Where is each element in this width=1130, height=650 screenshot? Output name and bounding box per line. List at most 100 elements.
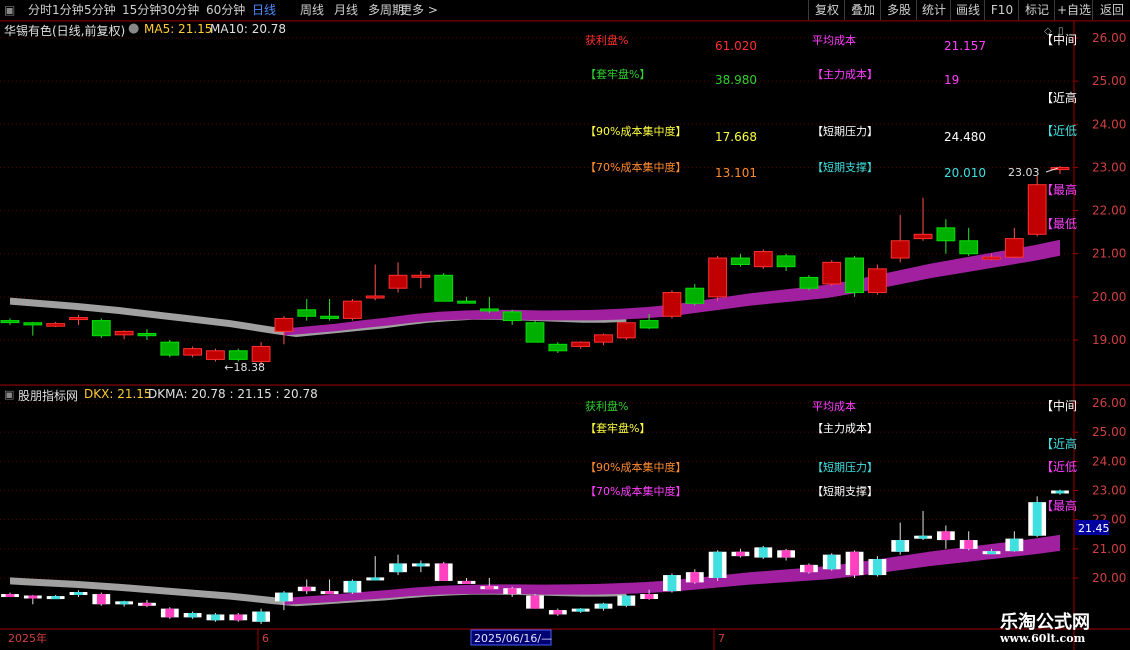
candle-core-b: [188, 613, 198, 618]
candle-core-b: [142, 602, 152, 606]
candle-core-b: [804, 564, 814, 573]
xaxis-label-2: 2025/06/16/—: [474, 632, 552, 645]
low-annotation: ←18.38: [224, 361, 265, 374]
candle-core-b: [1009, 538, 1019, 552]
ma5-value: MA5: 21.15: [144, 22, 213, 36]
candle-core-b: [1055, 490, 1065, 494]
axis-label-0-1: 25.00: [1092, 74, 1126, 88]
dkma-value: DKMA: 20.78 : 21.15 : 20.78: [148, 387, 318, 401]
candle-core-b: [370, 577, 380, 581]
candle-body: [114, 330, 134, 336]
xaxis-label-3: 7: [718, 632, 725, 645]
candle-core-b: [964, 540, 974, 549]
top-stat-value2-3: 20.010: [944, 166, 986, 180]
kline-chart-area: 26.00 25.00 24.00 23.00 22.00 21.00 20.00 19.00…: [0, 20, 1130, 650]
bottom-stat-label-0: 获利盘%: [585, 399, 628, 413]
settings-circle-icon[interactable]: ●: [128, 21, 139, 36]
candle-body: [525, 322, 545, 343]
candle-body: [297, 309, 317, 317]
candle-body: [594, 334, 613, 343]
top-stat-label2-1: 【主力成本】: [812, 67, 878, 81]
candle-body: [867, 268, 887, 294]
xaxis-label-1: 6: [262, 632, 269, 645]
candle-core-b: [5, 594, 15, 598]
bottom-stat-label-1: 【套牢盘%】: [585, 421, 650, 435]
candle-body: [799, 276, 819, 289]
bottom-marker-1: 【近高: [1041, 436, 1077, 451]
candle-body: [502, 311, 522, 322]
candle-core-b: [462, 580, 471, 584]
axis-label-0-6: 20.00: [1092, 290, 1126, 304]
candle-body: [571, 341, 591, 347]
top-stat-value-1: 38.980: [715, 73, 757, 87]
candle-core-b: [644, 594, 654, 599]
candle-core-b: [74, 592, 83, 595]
candle-core-b: [393, 563, 403, 573]
candle-core-b: [28, 595, 38, 599]
candle-body: [342, 300, 362, 319]
candle-core-b: [850, 551, 860, 576]
top-stat-value-2: 17.668: [715, 130, 757, 144]
brand-logo-text: 乐淘公式网: [1000, 612, 1090, 633]
candle-body: [434, 274, 454, 302]
top-stat-label2-3: 【短期支撑】: [812, 160, 878, 174]
top-stat-value-3: 13.101: [715, 166, 757, 180]
brand-url: www.60lt.com: [1000, 632, 1086, 645]
top-marker-4: 【最低: [1041, 217, 1077, 231]
candle-core-b: [416, 563, 426, 567]
collapse-box-icon[interactable]: ▣: [4, 388, 14, 401]
axis-label-1-3: 23.00: [1092, 484, 1126, 498]
top-marker-2: 【近低: [1041, 124, 1077, 138]
candle-body: [845, 257, 864, 294]
candle-core-b: [621, 595, 631, 606]
candle-body: [388, 274, 408, 289]
candle-body: [457, 300, 476, 304]
candle-body: [731, 257, 750, 265]
candle-core-b: [987, 551, 996, 555]
candle-core-b: [941, 531, 951, 541]
candle-body: [23, 322, 43, 326]
candle-core-b: [233, 614, 243, 621]
candle-core-b: [302, 586, 312, 592]
candle-core-b: [507, 588, 517, 595]
candle-body: [959, 240, 979, 255]
candle-body: [365, 295, 385, 299]
bottom-stat-label2-0: 平均成本: [812, 399, 856, 413]
candle-body: [1004, 238, 1024, 258]
candle-body: [685, 287, 705, 304]
dkx-value: DKX: 21.15: [84, 387, 152, 401]
candle-body: [548, 343, 568, 352]
candle-body: [183, 348, 203, 356]
axis-label-1-5: 21.00: [1092, 542, 1126, 556]
candle-body: [776, 255, 796, 268]
candle-body: [274, 317, 294, 332]
indicator-title[interactable]: 股朋指标网: [18, 387, 78, 404]
high-annotation: 23.03: [1008, 166, 1040, 179]
candle-core-b: [781, 550, 791, 558]
candle-body: [639, 320, 659, 329]
candle-body: [228, 350, 248, 360]
axis-label-1-1: 25.00: [1092, 425, 1126, 439]
candle-core-b: [210, 614, 220, 621]
bottom-stat-label-2: 【90%成本集中度】: [585, 460, 686, 474]
bottom-stat-label-3: 【70%成本集中度】: [585, 484, 686, 498]
candle-core-b: [827, 554, 837, 570]
bottom-marker-3: 【最高: [1041, 498, 1077, 513]
axis-label-0-4: 22.00: [1092, 204, 1126, 218]
axis-label-1-2: 24.00: [1092, 454, 1126, 468]
top-stat-label2-0: 平均成本: [812, 33, 856, 47]
bottom-stat-label2-1: 【主力成本】: [812, 421, 878, 435]
bottom-stat-label2-3: 【短期支撑】: [812, 484, 878, 498]
top-stat-label2-2: 【短期压力】: [812, 124, 878, 138]
candle-body: [708, 257, 728, 298]
candle-core-b: [439, 563, 449, 581]
candle-core-b: [279, 592, 289, 602]
stock-title[interactable]: 华锡有色(日线,前复权): [4, 22, 125, 39]
top-stat-label-1: 【套牢盘%】: [585, 67, 650, 81]
top-stat-label-2: 【90%成本集中度】: [585, 124, 686, 138]
axis-label-1-6: 20.00: [1092, 571, 1126, 585]
candle-core-b: [51, 596, 61, 600]
panel-icon: ▯: [1058, 26, 1064, 37]
candle-body: [0, 320, 20, 324]
candle-body: [251, 345, 271, 363]
